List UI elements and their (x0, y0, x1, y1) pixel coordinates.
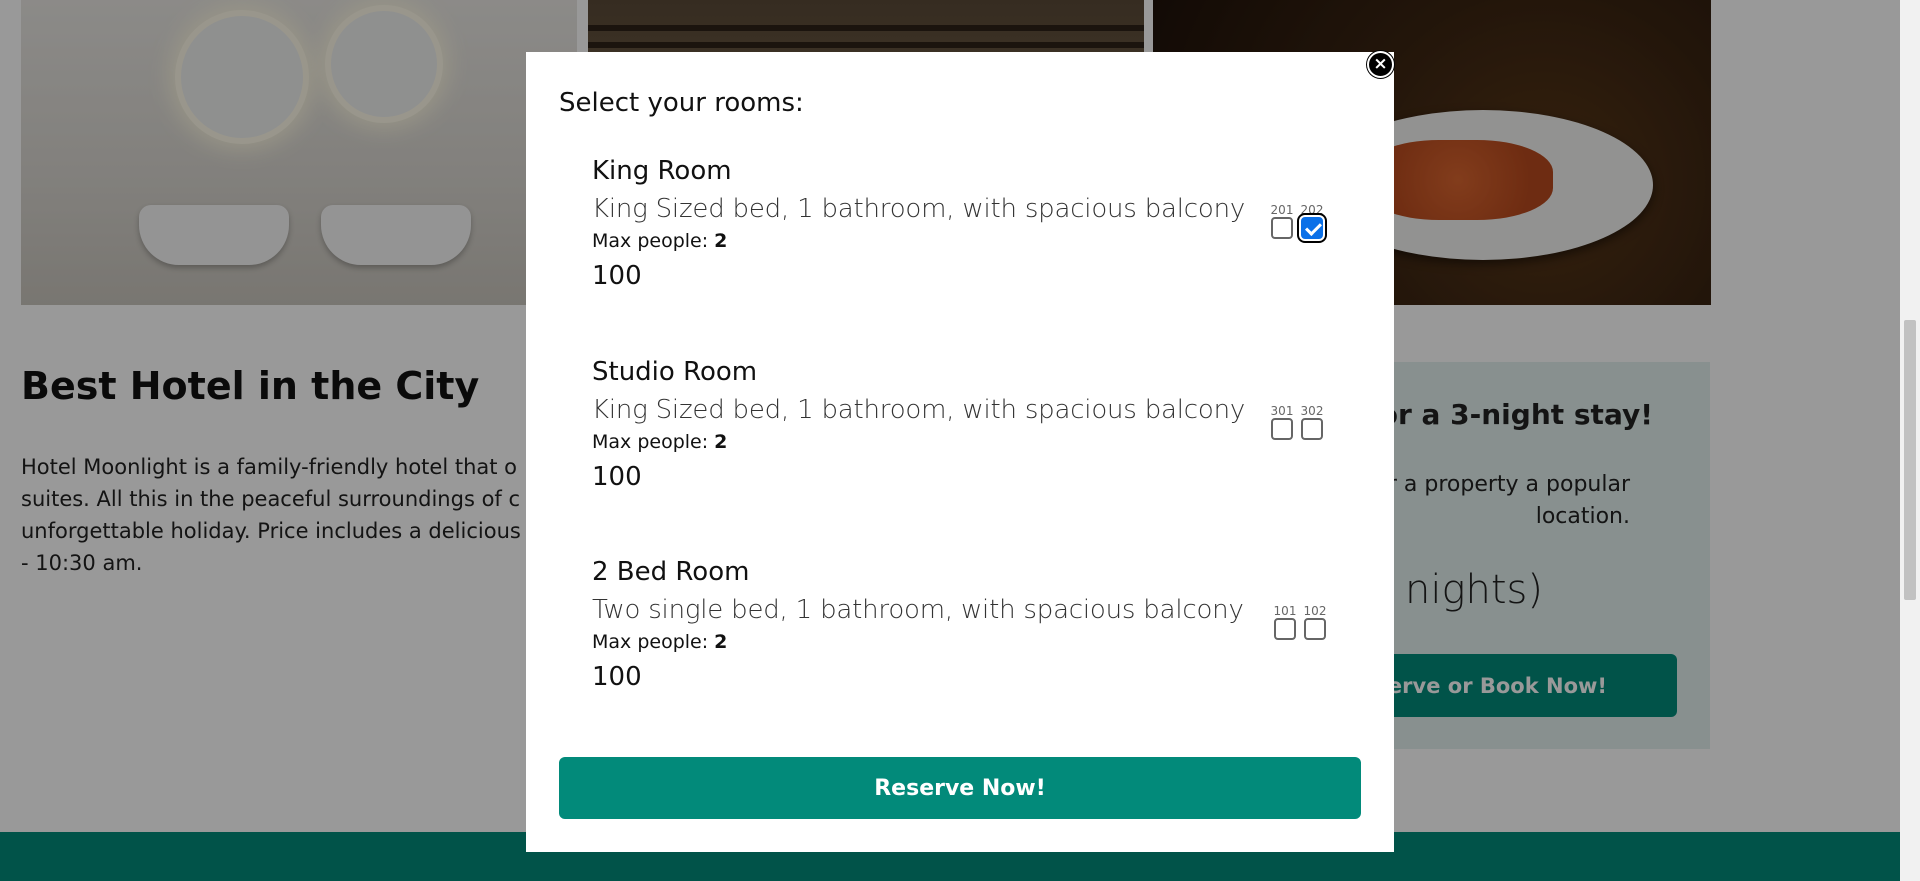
max-people-label: Max people: (592, 230, 709, 252)
room-max-people: Max people: 2 (592, 431, 1312, 462)
room-number-label: 102 (1303, 604, 1327, 618)
room-checkbox-checked[interactable] (1301, 217, 1323, 239)
reserve-now-button[interactable]: Reserve Now! (559, 757, 1361, 819)
scrollbar-thumb[interactable] (1904, 320, 1916, 600)
room-checkbox[interactable] (1271, 217, 1293, 239)
room-number-option: 302 (1301, 405, 1323, 440)
max-people-value: 2 (714, 230, 728, 252)
room-number-options: 301 302 (1271, 405, 1323, 440)
room-number-option: 102 (1304, 605, 1326, 640)
room-number-label: 302 (1300, 404, 1324, 418)
room-card: King Room King Sized bed, 1 bathroom, wi… (592, 156, 1312, 291)
room-card: Studio Room King Sized bed, 1 bathroom, … (592, 357, 1312, 492)
room-number-option: 202 (1301, 204, 1323, 239)
room-checkbox[interactable] (1301, 418, 1323, 440)
room-checkbox[interactable] (1304, 618, 1326, 640)
max-people-value: 2 (714, 631, 728, 653)
room-card: 2 Bed Room Two single bed, 1 bathroom, w… (592, 557, 1312, 692)
room-name: 2 Bed Room (592, 557, 750, 587)
room-description: King Sized bed, 1 bathroom, with spaciou… (592, 194, 1246, 224)
room-description: King Sized bed, 1 bathroom, with spaciou… (592, 395, 1246, 425)
room-number-option: 101 (1274, 605, 1296, 640)
room-checkbox[interactable] (1271, 418, 1293, 440)
max-people-label: Max people: (592, 631, 709, 653)
room-number-label: 201 (1270, 203, 1294, 217)
room-number-option: 301 (1271, 405, 1293, 440)
room-price: 100 (592, 261, 642, 291)
room-checkbox[interactable] (1274, 618, 1296, 640)
room-description: Two single bed, 1 bathroom, with spaciou… (592, 595, 1244, 625)
room-max-people: Max people: 2 (592, 631, 1312, 662)
room-number-label: 101 (1273, 604, 1297, 618)
modal-title: Select your rooms: (559, 88, 804, 118)
close-icon[interactable]: × (1367, 51, 1394, 78)
room-number-options: 101 102 (1274, 605, 1326, 640)
room-number-option: 201 (1271, 204, 1293, 239)
room-price: 100 (592, 462, 642, 492)
room-number-label: 202 (1300, 203, 1324, 217)
max-people-label: Max people: (592, 431, 709, 453)
room-number-label: 301 (1270, 404, 1294, 418)
room-name: Studio Room (592, 357, 758, 387)
room-name: King Room (592, 156, 732, 186)
room-max-people: Max people: 2 (592, 230, 1312, 261)
room-price: 100 (592, 662, 642, 692)
max-people-value: 2 (714, 431, 728, 453)
room-number-options: 201 202 (1271, 204, 1323, 239)
